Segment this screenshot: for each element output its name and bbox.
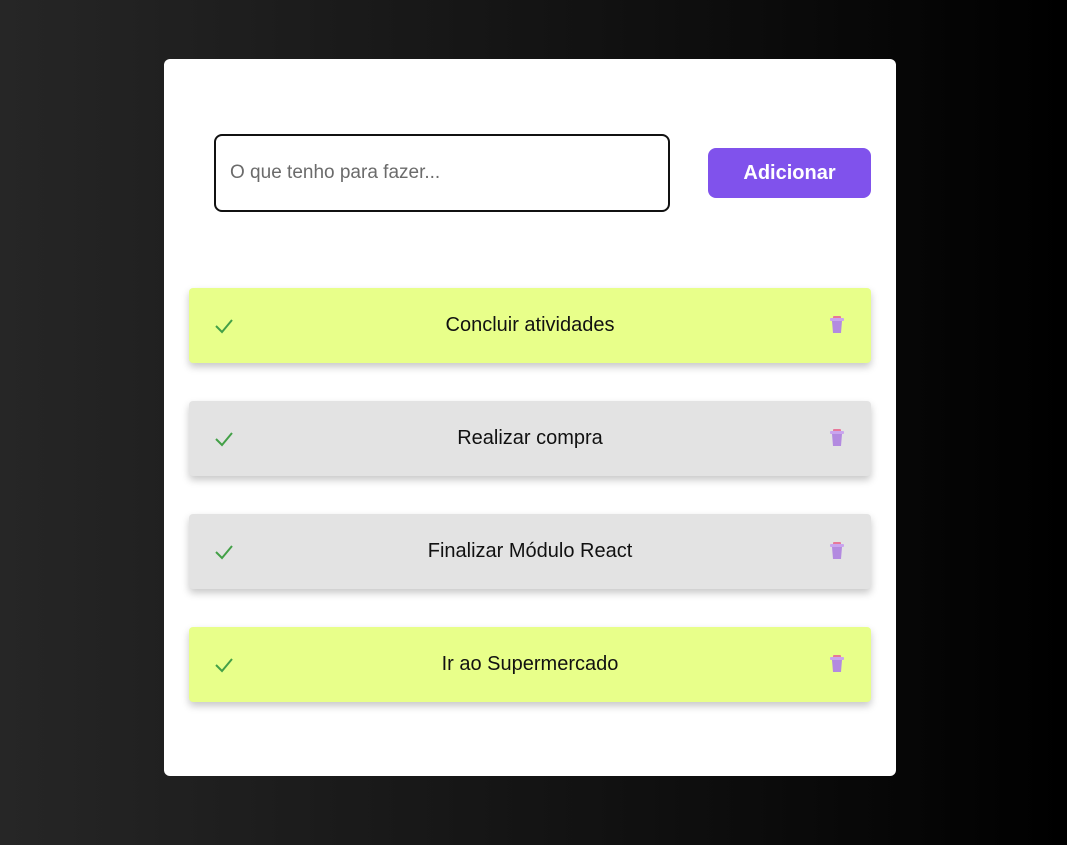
check-icon[interactable] bbox=[213, 655, 235, 675]
check-icon[interactable] bbox=[213, 429, 235, 449]
check-icon[interactable] bbox=[213, 316, 235, 336]
add-task-button[interactable]: Adicionar bbox=[708, 148, 871, 198]
trash-icon[interactable] bbox=[829, 428, 845, 448]
task-label: Realizar compra bbox=[457, 427, 603, 449]
task-label: Finalizar Módulo React bbox=[427, 540, 633, 562]
trash-icon[interactable] bbox=[829, 315, 845, 335]
task-input[interactable] bbox=[214, 134, 670, 212]
trash-icon[interactable] bbox=[829, 654, 845, 674]
task-label: Concluir atividades bbox=[445, 314, 615, 336]
task-item: Finalizar Módulo React bbox=[189, 514, 871, 589]
check-icon[interactable] bbox=[213, 542, 235, 562]
task-item: Concluir atividades bbox=[189, 288, 871, 363]
task-item: Ir ao Supermercado bbox=[189, 627, 871, 702]
trash-icon[interactable] bbox=[829, 541, 845, 561]
task-item: Realizar compra bbox=[189, 401, 871, 476]
new-task-form: Adicionar bbox=[214, 134, 871, 212]
task-label: Ir ao Supermercado bbox=[441, 653, 619, 675]
todo-card: Adicionar Concluir atividades Realizar c… bbox=[164, 59, 896, 776]
task-list: Concluir atividades Realizar compra Fina… bbox=[189, 288, 871, 740]
